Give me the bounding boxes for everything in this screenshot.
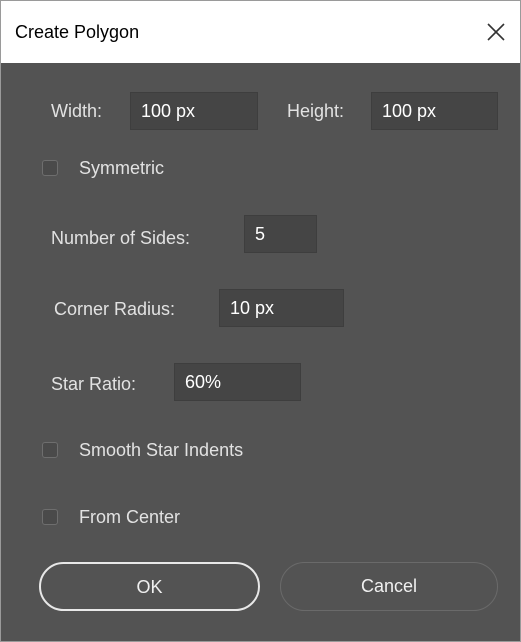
smooth-star-indents-checkbox[interactable] [42,442,58,458]
from-center-label: From Center [79,507,181,527]
symmetric-option[interactable]: Symmetric [42,157,202,181]
ok-button[interactable]: OK [39,562,260,611]
number-of-sides-field[interactable]: 5 [244,215,317,253]
height-label: Height: [287,101,345,121]
close-button[interactable] [472,1,520,63]
from-center-option[interactable]: From Center [42,506,222,530]
width-field[interactable]: 100 px [130,92,258,130]
star-ratio-field[interactable]: 60% [174,363,301,401]
width-label: Width: [51,101,103,121]
from-center-checkbox[interactable] [42,509,58,525]
star-ratio-label: Star Ratio: [51,374,137,394]
corner-radius-field[interactable]: 10 px [219,289,344,327]
create-polygon-dialog: Create Polygon Width: 100 px Height: 100… [0,0,521,642]
corner-radius-label: Corner Radius: [54,299,176,319]
close-icon [487,23,505,41]
symmetric-checkbox[interactable] [42,160,58,176]
cancel-button[interactable]: Cancel [280,562,498,611]
smooth-star-indents-option[interactable]: Smooth Star Indents [42,439,312,463]
number-of-sides-label: Number of Sides: [51,228,191,248]
title-bar: Create Polygon [1,1,520,63]
smooth-star-indents-label: Smooth Star Indents [79,440,244,460]
symmetric-label: Symmetric [79,158,164,178]
dialog-title: Create Polygon [15,22,140,42]
height-field[interactable]: 100 px [371,92,498,130]
